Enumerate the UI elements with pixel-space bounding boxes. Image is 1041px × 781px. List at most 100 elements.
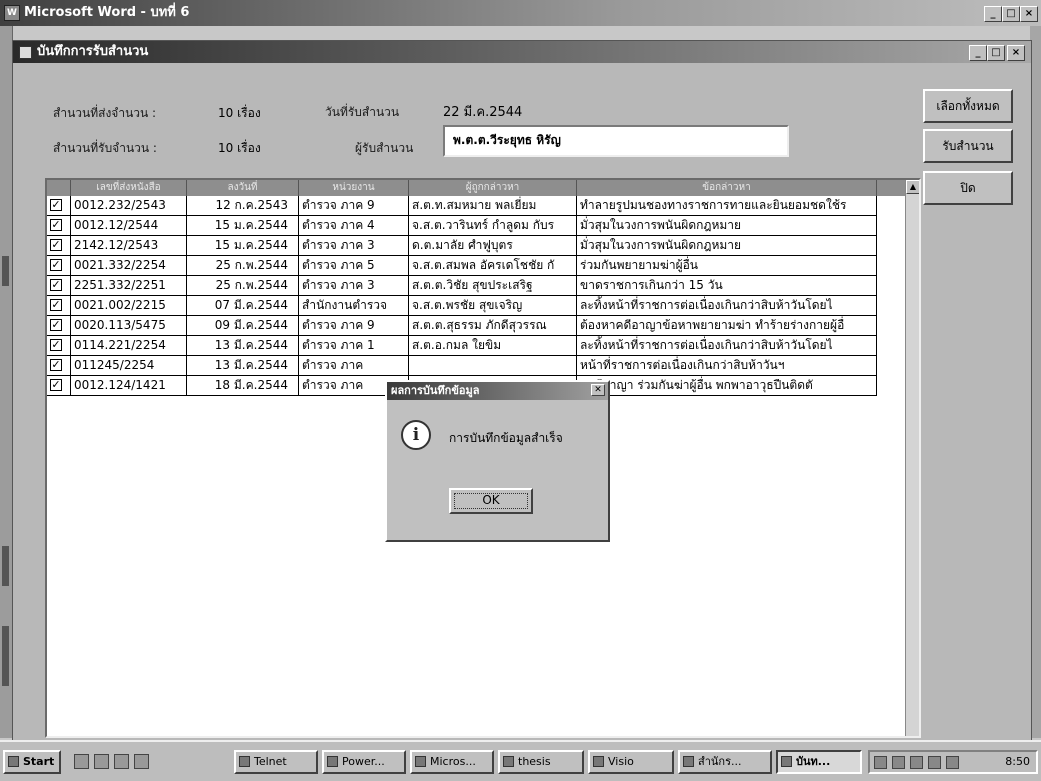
row-check[interactable]: ✓ (47, 276, 71, 296)
word-maximize-button[interactable]: □ (1002, 6, 1020, 22)
date-cell: 15 ม.ค.2544 (187, 236, 299, 256)
desktop-icon[interactable] (74, 754, 89, 769)
charge-cell: ร่วมกันพยายามฆ่าผู้อื่น (577, 256, 877, 276)
table-row[interactable]: ✓ 011245/2254 13 มี.ค.2544 ตำรวจ ภาค หน้าที่… (47, 356, 907, 376)
internet-explorer-icon[interactable] (94, 754, 109, 769)
date-cell: 13 มี.ค.2544 (187, 356, 299, 376)
row-check[interactable]: ✓ (47, 376, 71, 396)
table-row[interactable]: ✓ 0114.221/2254 13 มี.ค.2544 ตำรวจ ภาค 1 ส.ต… (47, 336, 907, 356)
select-all-button[interactable]: เลือกทั้งหมด (923, 89, 1013, 123)
grid-vertical-scrollbar[interactable]: ▲ (905, 180, 919, 736)
display-icon[interactable] (892, 756, 905, 769)
row-checkbox[interactable]: ✓ (50, 219, 62, 231)
app-icon (781, 756, 792, 767)
taskbar-item-label: บันท... (796, 755, 831, 768)
word-close-button[interactable]: × (1020, 6, 1038, 22)
app-icon (239, 756, 250, 767)
row-check[interactable]: ✓ (47, 296, 71, 316)
column-header-unit[interactable]: หน่วยงาน (299, 180, 409, 196)
row-check[interactable]: ✓ (47, 356, 71, 376)
taskbar-item-label: Power... (342, 755, 385, 768)
doc-no-cell: 011245/2254 (71, 356, 187, 376)
table-row[interactable]: ✓ 0012.232/2543 12 ก.ค.2543 ตำรวจ ภาค 9 ส.ต.… (47, 196, 907, 216)
word-minimize-button[interactable]: _ (984, 6, 1002, 22)
dialog-close-button[interactable]: × (1007, 45, 1025, 61)
table-row[interactable]: ✓ 0012.12/2544 15 ม.ค.2544 ตำรวจ ภาค 4 จ.ส.ต… (47, 216, 907, 236)
row-check[interactable]: ✓ (47, 216, 71, 236)
receiver-label: ผู้รับสำนวน (355, 141, 414, 155)
sent-count-label: สำนวนที่ส่งจำนวน : (53, 106, 157, 120)
row-checkbox[interactable]: ✓ (50, 259, 62, 271)
word-titlebar: W Microsoft Word - บทที่ 6 _ □ × (0, 0, 1041, 26)
accused-cell: ส.ต.ต.วิชัย สุขประเสริฐ (409, 276, 577, 296)
row-check[interactable]: ✓ (47, 316, 71, 336)
taskbar-item-label: Telnet (254, 755, 287, 768)
ok-button[interactable]: OK (449, 488, 533, 514)
dialog-title: บันทึกการรับสำนวน (37, 44, 149, 59)
row-checkbox[interactable]: ✓ (50, 199, 62, 211)
word-app-icon[interactable]: W (4, 5, 20, 21)
outlook-icon[interactable] (114, 754, 129, 769)
row-check[interactable]: ✓ (47, 196, 71, 216)
taskbar-item[interactable]: Telnet (234, 750, 318, 774)
dialog-maximize-button[interactable]: □ (987, 45, 1005, 61)
taskbar-item[interactable]: Visio (588, 750, 674, 774)
row-checkbox[interactable]: ✓ (50, 239, 62, 251)
table-row[interactable]: ✓ 0021.332/2254 25 ก.พ.2544 ตำรวจ ภาค 5 จ.ส.… (47, 256, 907, 276)
table-row[interactable]: ✓ 0020.113/5475 09 มี.ค.2544 ตำรวจ ภาค 9 ส.ต… (47, 316, 907, 336)
taskbar-item[interactable]: thesis (498, 750, 584, 774)
charge-cell: มั่วสุมในวงการพนันผิดกฎหมาย (577, 216, 877, 236)
column-header-doc-no[interactable]: เลขที่ส่งหนังสือ (71, 180, 187, 196)
language-icon[interactable] (874, 756, 887, 769)
taskbar-item[interactable]: Micros... (410, 750, 494, 774)
info-icon: i (401, 420, 431, 450)
charge-cell: าคดีอาญา ร่วมกันฆ่าผู้อื่น พกพาอาวุธปืนต… (577, 376, 877, 396)
row-checkbox[interactable]: ✓ (50, 379, 62, 391)
table-row[interactable]: ✓ 0021.002/2215 07 มี.ค.2544 สำนักงานตำรวจจ… (47, 296, 907, 316)
accused-cell: จ.ส.ต.สมพล อัครเดโชชัย กั (409, 256, 577, 276)
start-button[interactable]: Start (3, 750, 61, 774)
doc-no-cell: 0012.232/2543 (71, 196, 187, 216)
row-check[interactable]: ✓ (47, 336, 71, 356)
row-check[interactable]: ✓ (47, 256, 71, 276)
date-cell: 07 มี.ค.2544 (187, 296, 299, 316)
scroll-up-arrow-icon[interactable]: ▲ (906, 180, 919, 194)
taskbar-item[interactable]: สำนักร... (678, 750, 772, 774)
volume-icon[interactable] (928, 756, 941, 769)
row-checkbox[interactable]: ✓ (50, 359, 62, 371)
date-cell: 12 ก.ค.2543 (187, 196, 299, 216)
message-box-close-button[interactable]: ✕ (591, 384, 605, 396)
date-cell: 09 มี.ค.2544 (187, 316, 299, 336)
doc-no-cell: 0021.332/2254 (71, 256, 187, 276)
column-header-date[interactable]: ลงวันที่ (187, 180, 299, 196)
taskbar-item[interactable]: บันท... (776, 750, 862, 774)
media-player-icon[interactable] (134, 754, 149, 769)
column-header-charge[interactable]: ข้อกล่าวหา (577, 180, 877, 196)
save-result-message-box: ผลการบันทึกข้อมูล ✕ i การบันทึกข้อมูลสำเ… (385, 380, 610, 542)
doc-no-cell: 0020.113/5475 (71, 316, 187, 336)
row-check[interactable]: ✓ (47, 236, 71, 256)
table-row[interactable]: ✓ 2142.12/2543 15 ม.ค.2544 ตำรวจ ภาค 3 ด.ต.ม… (47, 236, 907, 256)
app-icon (593, 756, 604, 767)
charge-cell: ต้องหาคดีอาญาข้อหาพยายามฆ่า ทำร้ายร่างกา… (577, 316, 877, 336)
taskbar-item-label: Micros... (430, 755, 476, 768)
message-box-titlebar: ผลการบันทึกข้อมูล ✕ (387, 382, 608, 400)
unit-cell: ตำรวจ ภาค 9 (299, 196, 409, 216)
receive-case-button[interactable]: รับสำนวน (923, 129, 1013, 163)
dialog-minimize-button[interactable]: _ (969, 45, 987, 61)
receiver-field[interactable]: พ.ต.ต.วีระยุทธ หิรัญ (443, 125, 789, 157)
unit-cell: ตำรวจ ภาค 5 (299, 256, 409, 276)
charge-cell: ละทิ้งหน้าที่ราชการต่อเนื่องเกินกว่าสิบห… (577, 336, 877, 356)
row-checkbox[interactable]: ✓ (50, 299, 62, 311)
table-row[interactable]: ✓ 2251.332/2251 25 ก.พ.2544 ตำรวจ ภาค 3 ส.ต.… (47, 276, 907, 296)
tray-app-icon[interactable] (946, 756, 959, 769)
taskbar-item[interactable]: Power... (322, 750, 406, 774)
row-checkbox[interactable]: ✓ (50, 339, 62, 351)
message-box-title: ผลการบันทึกข้อมูล (391, 384, 480, 397)
network-icon[interactable] (910, 756, 923, 769)
row-checkbox[interactable]: ✓ (50, 279, 62, 291)
column-header-accused[interactable]: ผู้ถูกกล่าวหา (409, 180, 577, 196)
row-checkbox[interactable]: ✓ (50, 319, 62, 331)
close-button[interactable]: ปิด (923, 171, 1013, 205)
receive-date-value: 22 มี.ค.2544 (443, 105, 523, 120)
